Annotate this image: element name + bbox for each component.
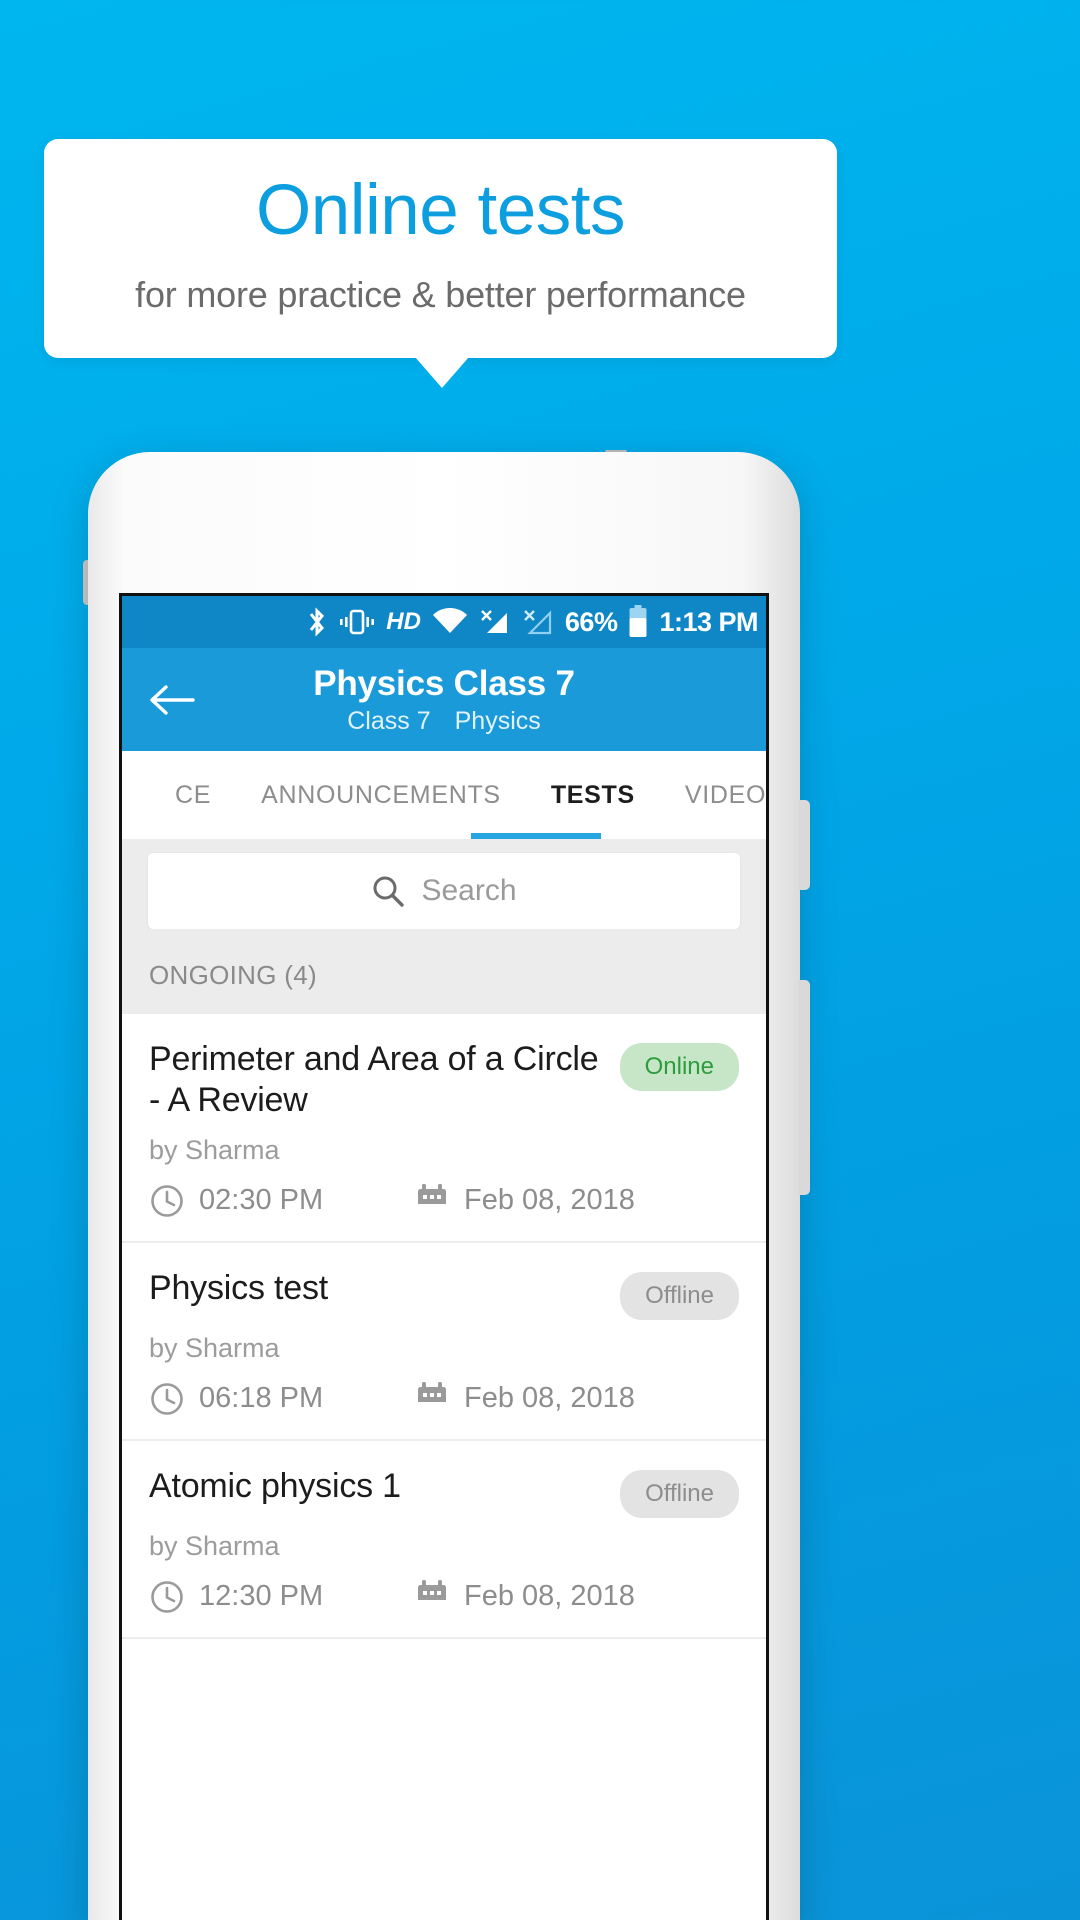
tab-active-indicator [471, 833, 601, 839]
test-date: Feb 08, 2018 [414, 1381, 635, 1417]
hd-icon: HD [386, 608, 421, 635]
clock-icon [151, 1383, 183, 1415]
breadcrumb-subject: Physics [454, 706, 541, 735]
battery-icon [628, 605, 648, 639]
tests-list: Perimeter and Area of a Circle - A Revie… [122, 1014, 766, 1639]
battery-percent-label: 66% [564, 606, 618, 637]
status-bar: HD 66% 1:13 PM [122, 596, 766, 648]
test-date-label: Feb 08, 2018 [464, 1580, 635, 1613]
test-author: by Sharma [149, 1134, 280, 1165]
callout-tail [415, 357, 469, 388]
section-header-ongoing: ONGOING (4) [122, 929, 766, 1014]
test-date: Feb 08, 2018 [414, 1579, 635, 1615]
phone-side-button-power [798, 800, 810, 890]
clock-icon [151, 1581, 183, 1613]
phone-screen: HD 66% 1:13 PM Physics Class 7 Class 7 P… [119, 593, 769, 1920]
test-author: by Sharma [149, 1530, 280, 1561]
test-list-item[interactable]: Atomic physics 1 Offline by Sharma 12:30… [122, 1440, 766, 1639]
back-button[interactable] [122, 683, 222, 717]
back-arrow-icon [150, 684, 195, 715]
tab-tests[interactable]: TESTS [526, 751, 660, 839]
test-list-item[interactable]: Perimeter and Area of a Circle - A Revie… [122, 1014, 766, 1243]
tab-announcements[interactable]: ANNOUNCEMENTS [236, 751, 526, 839]
clock-label: 1:13 PM [659, 606, 758, 637]
test-header-row: Physics test Offline [149, 1268, 739, 1320]
test-title: Atomic physics 1 [149, 1466, 401, 1505]
test-time-label: 12:30 PM [199, 1580, 324, 1613]
search-icon [373, 876, 405, 907]
signal-2-no-service-icon [522, 607, 554, 637]
status-badge: Online [619, 1043, 739, 1091]
status-badge: Offline [620, 1271, 739, 1320]
calendar-icon [418, 1381, 446, 1413]
test-date-label: Feb 08, 2018 [464, 1382, 635, 1415]
phone-side-button-volume [798, 980, 810, 1195]
test-meta-row: 02:30 PM Feb 08, 2018 [149, 1183, 739, 1219]
test-author: by Sharma [149, 1332, 280, 1363]
breadcrumb: Class 7 Physics [222, 707, 666, 736]
test-meta-row: 12:30 PM Feb 08, 2018 [149, 1579, 739, 1615]
clock-icon [151, 1185, 183, 1217]
search-input[interactable]: Search [148, 853, 740, 929]
test-time: 12:30 PM [149, 1579, 414, 1615]
test-title: Perimeter and Area of a Circle - A Revie… [149, 1040, 599, 1120]
promo-title: Online tests [256, 171, 625, 250]
tab-ce[interactable]: CE [150, 751, 236, 839]
bluetooth-icon [306, 606, 328, 638]
test-title: Physics test [149, 1268, 328, 1307]
test-time-label: 06:18 PM [199, 1382, 324, 1415]
signal-no-service-icon [479, 607, 511, 637]
app-bar: Physics Class 7 Class 7 Physics [122, 648, 766, 751]
promo-subtitle: for more practice & better performance [135, 274, 746, 315]
test-header-row: Atomic physics 1 Offline [149, 1466, 739, 1518]
breadcrumb-class: Class 7 [347, 706, 431, 735]
app-bar-titles: Physics Class 7 Class 7 Physics [222, 664, 766, 736]
test-list-item[interactable]: Physics test Offline by Sharma 06:18 PM [122, 1242, 766, 1441]
test-time-label: 02:30 PM [199, 1184, 324, 1217]
search-area: Search [122, 839, 766, 929]
test-time: 06:18 PM [149, 1381, 414, 1417]
page-title: Physics Class 7 [313, 663, 575, 703]
test-date: Feb 08, 2018 [414, 1183, 635, 1219]
test-time: 02:30 PM [149, 1183, 414, 1219]
tab-bar: CE ANNOUNCEMENTS TESTS VIDEOS [122, 751, 766, 839]
tab-videos[interactable]: VIDEOS [660, 751, 766, 839]
vibrate-icon [339, 607, 375, 637]
status-badge: Offline [620, 1469, 739, 1518]
test-meta-row: 06:18 PM Feb 08, 2018 [149, 1381, 739, 1417]
test-header-row: Perimeter and Area of a Circle - A Revie… [149, 1039, 739, 1122]
calendar-icon [418, 1579, 446, 1611]
calendar-icon [418, 1183, 446, 1215]
promo-callout: Online tests for more practice & better … [44, 139, 837, 358]
test-date-label: Feb 08, 2018 [464, 1184, 635, 1217]
wifi-icon [432, 608, 468, 636]
search-placeholder-label: Search [421, 874, 517, 907]
